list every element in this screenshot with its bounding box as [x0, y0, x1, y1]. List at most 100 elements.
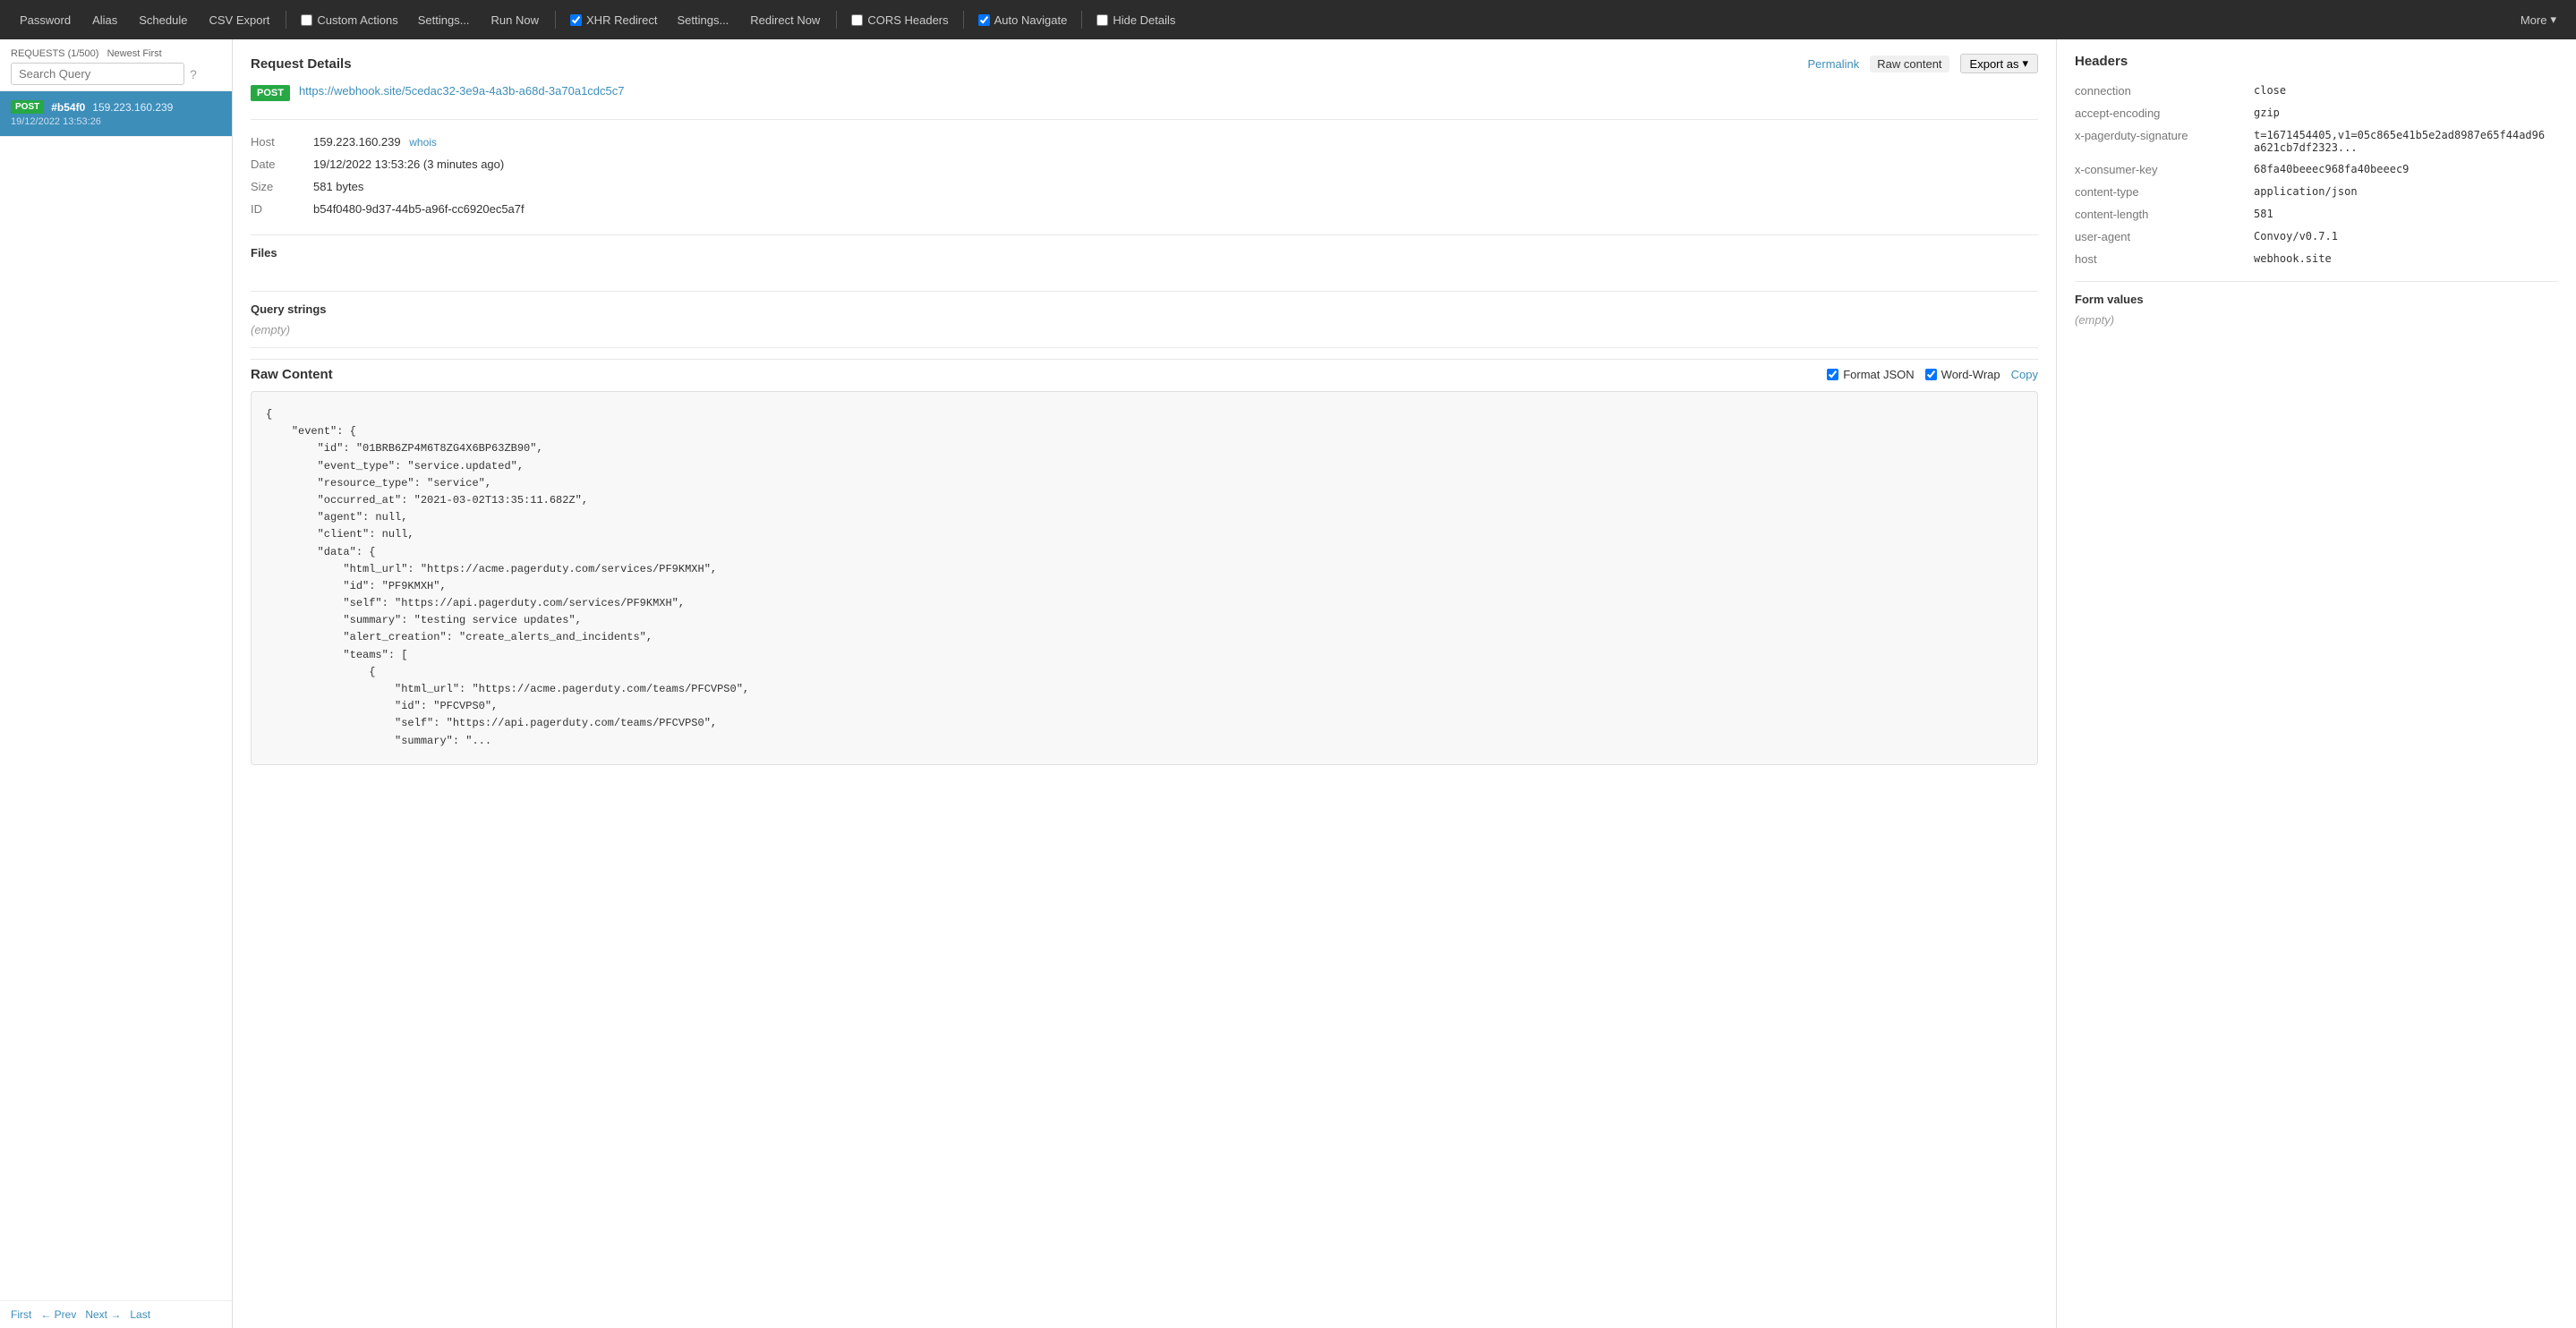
header-row: content-type application/json [2075, 181, 2558, 203]
nav-schedule[interactable]: Schedule [130, 10, 196, 30]
copy-link[interactable]: Copy [2011, 368, 2038, 381]
nav-run-now[interactable]: Run Now [482, 10, 548, 30]
form-values-empty: (empty) [2075, 313, 2558, 327]
nav-redirect-now[interactable]: Redirect Now [741, 10, 829, 30]
auto-navigate-label: Auto Navigate [994, 13, 1068, 27]
two-col-layout: Request Details Permalink Raw content Ex… [233, 39, 2576, 1328]
header-value: close [2254, 80, 2558, 102]
nav-auto-navigate[interactable]: Auto Navigate [971, 10, 1075, 30]
top-navigation: Password Alias Schedule CSV Export Custo… [0, 0, 2576, 39]
nav-separator-2 [555, 11, 556, 29]
custom-actions-label: Custom Actions [317, 13, 397, 27]
word-wrap-text: Word-Wrap [1941, 368, 2000, 381]
date-value: 19/12/2022 13:53:26 (3 minutes ago) [313, 153, 2038, 175]
method-badge: POST [11, 100, 44, 114]
header-row: content-length 581 [2075, 203, 2558, 226]
header-key: content-type [2075, 181, 2254, 203]
form-values-title: Form values [2075, 293, 2558, 306]
prev-link[interactable]: ← Prev [40, 1308, 76, 1321]
raw-content-code: { "event": { "id": "01BRB6ZP4M6T8ZG4X6BP… [251, 391, 2038, 765]
host-value: 159.223.160.239 whois [313, 131, 2038, 153]
method-badge-large: POST [251, 85, 290, 101]
main-layout: REQUESTS (1/500) Newest First ? POST #b5… [0, 39, 2576, 1328]
xhr-redirect-checkbox[interactable] [570, 14, 582, 26]
header-key: accept-encoding [2075, 102, 2254, 124]
header-key: x-pagerduty-signature [2075, 124, 2254, 158]
date-label: Date [251, 153, 313, 175]
header-row: connection close [2075, 80, 2558, 102]
header-row: x-consumer-key 68fa40beeec968fa40beeec9 [2075, 158, 2558, 181]
permalink-link[interactable]: Permalink [1807, 57, 1859, 71]
headers-title: Headers [2075, 54, 2558, 69]
header-value: 581 [2254, 203, 2558, 226]
word-wrap-label[interactable]: Word-Wrap [1925, 368, 2000, 381]
nav-cors-headers[interactable]: CORS Headers [844, 10, 955, 30]
sidebar: REQUESTS (1/500) Newest First ? POST #b5… [0, 39, 233, 1328]
nav-separator-3 [836, 11, 837, 29]
raw-content-link[interactable]: Raw content [1870, 55, 1949, 72]
query-strings-title: Query strings [251, 302, 2038, 316]
sidebar-item[interactable]: POST #b54f0 159.223.160.239 19/12/2022 1… [0, 91, 232, 137]
raw-content-title: Raw Content [251, 367, 333, 382]
header-key: content-length [2075, 203, 2254, 226]
request-date: 19/12/2022 13:53:26 [11, 116, 221, 127]
nav-settings-1[interactable]: Settings... [409, 10, 479, 30]
nav-separator-5 [1081, 11, 1082, 29]
nav-custom-actions[interactable]: Custom Actions [294, 10, 405, 30]
raw-content-header: Raw Content Format JSON Word-Wrap Copy [251, 359, 2038, 382]
nav-alias[interactable]: Alias [83, 10, 126, 30]
nav-xhr-redirect[interactable]: XHR Redirect [563, 10, 664, 30]
nav-hide-details[interactable]: Hide Details [1089, 10, 1182, 30]
requests-count: REQUESTS (1/500) Newest First [11, 48, 197, 59]
auto-navigate-checkbox[interactable] [978, 14, 990, 26]
header-key: user-agent [2075, 226, 2254, 248]
more-button[interactable]: More ▾ [2512, 9, 2565, 30]
sidebar-header: REQUESTS (1/500) Newest First ? [0, 39, 232, 91]
header-value: 68fa40beeec968fa40beeec9 [2254, 158, 2558, 181]
date-row: Date 19/12/2022 13:53:26 (3 minutes ago) [251, 153, 2038, 175]
next-link[interactable]: Next → [85, 1308, 121, 1321]
host-label: Host [251, 131, 313, 153]
custom-actions-checkbox[interactable] [301, 14, 312, 26]
request-details-header: Request Details Permalink Raw content Ex… [251, 54, 2038, 73]
id-row: ID b54f0480-9d37-44b5-a96f-cc6920ec5a7f [251, 198, 2038, 220]
format-json-label[interactable]: Format JSON [1827, 368, 1914, 381]
help-icon[interactable]: ? [190, 67, 197, 81]
request-url-line: POST https://webhook.site/5cedac32-3e9a-… [251, 84, 2038, 108]
nav-separator-4 [963, 11, 964, 29]
header-row: x-pagerduty-signature t=1671454405,v1=05… [2075, 124, 2558, 158]
sidebar-footer: First ← Prev Next → Last [0, 1300, 232, 1328]
nav-password[interactable]: Password [11, 10, 80, 30]
nav-settings-2[interactable]: Settings... [668, 10, 738, 30]
whois-link[interactable]: whois [409, 136, 437, 149]
word-wrap-checkbox[interactable] [1925, 369, 1937, 380]
header-value: webhook.site [2254, 248, 2558, 270]
search-input[interactable] [11, 63, 184, 85]
cors-headers-checkbox[interactable] [851, 14, 863, 26]
header-row: user-agent Convoy/v0.7.1 [2075, 226, 2558, 248]
size-label: Size [251, 175, 313, 198]
divider-3 [251, 291, 2038, 292]
raw-content-options: Format JSON Word-Wrap Copy [1827, 368, 2038, 381]
header-row: host webhook.site [2075, 248, 2558, 270]
hide-details-checkbox[interactable] [1096, 14, 1108, 26]
request-url[interactable]: https://webhook.site/5cedac32-3e9a-4a3b-… [299, 84, 625, 98]
more-chevron-icon: ▾ [2550, 13, 2556, 27]
cors-headers-label: CORS Headers [867, 13, 948, 27]
hide-details-label: Hide Details [1113, 13, 1175, 27]
last-link[interactable]: Last [130, 1308, 150, 1321]
divider-2 [251, 234, 2038, 235]
request-ip: 159.223.160.239 [92, 101, 173, 114]
id-value: b54f0480-9d37-44b5-a96f-cc6920ec5a7f [313, 198, 2038, 220]
first-link[interactable]: First [11, 1308, 31, 1321]
request-detail-actions: Permalink Raw content Export as ▾ [1807, 54, 2038, 73]
export-as-button[interactable]: Export as ▾ [1960, 54, 2038, 73]
header-key: host [2075, 248, 2254, 270]
header-key: x-consumer-key [2075, 158, 2254, 181]
divider-1 [251, 119, 2038, 120]
header-key: connection [2075, 80, 2254, 102]
size-value: 581 bytes [313, 175, 2038, 198]
format-json-checkbox[interactable] [1827, 369, 1838, 380]
nav-csv-export[interactable]: CSV Export [200, 10, 278, 30]
request-details-title: Request Details [251, 56, 352, 72]
